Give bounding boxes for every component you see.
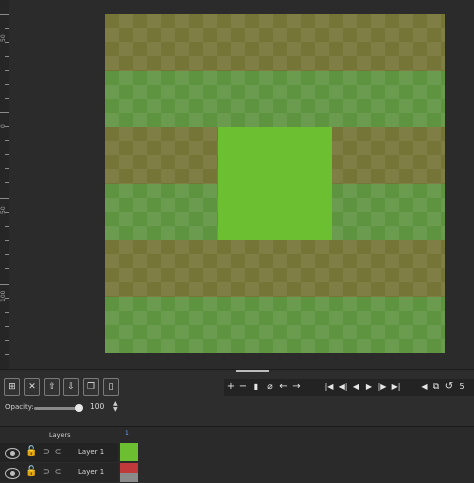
next-frame-button[interactable]: |▶: [376, 380, 388, 394]
move-frame-left-button[interactable]: ←: [278, 380, 289, 394]
ruler-tick: [0, 14, 9, 15]
lock-icon[interactable]: 🔓: [25, 466, 37, 477]
frame-clip-button[interactable]: ▮: [251, 380, 261, 394]
duplicate-icon: ❐: [86, 382, 96, 392]
opacity-spinner[interactable]: ▲ ▼: [113, 401, 118, 413]
prev-frame-button[interactable]: ◀|: [337, 380, 349, 394]
fps-value[interactable]: 5: [457, 380, 467, 394]
play-backward-button[interactable]: ◀: [351, 380, 361, 394]
repeat-button[interactable]: ↺: [444, 380, 454, 394]
onion-skin-button[interactable]: ⌀: [264, 380, 276, 394]
move-layer-up-button[interactable]: ⇧: [44, 378, 60, 396]
checker-band: [105, 296, 445, 353]
loop-mode-button[interactable]: ⧉: [431, 380, 441, 394]
ruler-tick: [0, 198, 9, 199]
ruler-tick: [0, 112, 9, 113]
remove-frame-button[interactable]: −: [238, 380, 248, 394]
opacity-slider[interactable]: [34, 407, 79, 410]
last-frame-button[interactable]: ▶|: [390, 380, 402, 394]
ruler-label: 0: [0, 124, 7, 128]
ruler-label: 50: [0, 206, 7, 214]
frame-cel[interactable]: [120, 463, 138, 473]
green-square-shape[interactable]: [218, 127, 332, 240]
ruler-label: 100: [0, 290, 7, 302]
duplicate-layer-button[interactable]: ❐: [83, 378, 99, 396]
canvas-area[interactable]: [9, 0, 474, 370]
ruler-tick: [0, 284, 9, 285]
add-layer-icon: ⊞: [8, 382, 16, 392]
layer-name[interactable]: Layer 1: [78, 448, 104, 456]
mobile-preview-button[interactable]: ▯: [103, 378, 119, 396]
layer-name[interactable]: Layer 1: [78, 468, 104, 476]
frame-cel[interactable]: [120, 443, 138, 461]
timeline-toolbar: ⊞ ✕ ⇧ ⇩ ❐ ▯ + − ▮ ⌀ ← → |◀ ◀| ◀ ▶ |▶ ▶| …: [0, 372, 474, 426]
drawing-canvas[interactable]: [105, 14, 445, 353]
add-frame-button[interactable]: +: [226, 380, 236, 394]
collapse-button[interactable]: ◀: [420, 380, 429, 394]
phone-icon: ▯: [108, 382, 114, 392]
first-frame-button[interactable]: |◀: [323, 380, 335, 394]
opacity-slider-handle[interactable]: [75, 404, 83, 412]
add-layer-button[interactable]: ⊞: [4, 378, 20, 396]
opacity-value-field[interactable]: 100: [90, 402, 104, 411]
ruler-label: 50: [0, 34, 7, 42]
checker-band: [105, 14, 445, 71]
move-down-icon: ⇩: [67, 382, 75, 392]
checker-band: [105, 240, 445, 297]
delete-layer-button[interactable]: ✕: [24, 378, 40, 396]
frame-cel-lower[interactable]: [120, 473, 138, 482]
eye-icon[interactable]: [5, 448, 20, 459]
frame-number[interactable]: 1: [125, 430, 129, 437]
move-layer-down-button[interactable]: ⇩: [63, 378, 79, 396]
play-forward-button[interactable]: ▶: [364, 380, 374, 394]
eye-icon[interactable]: [5, 468, 20, 479]
move-frame-right-button[interactable]: →: [291, 380, 302, 394]
layers-title: Layers: [49, 431, 71, 439]
lock-icon[interactable]: 🔓: [25, 446, 37, 457]
checker-band: [105, 70, 445, 127]
opacity-label: Opacity:: [5, 403, 34, 411]
layer-row[interactable]: 🔓 ⊃⊂ Layer 1: [0, 443, 474, 462]
layer-row[interactable]: 🔓 ⊃⊂ Layer 1: [0, 463, 474, 482]
delete-layer-icon: ✕: [28, 382, 36, 392]
link-icon[interactable]: ⊃⊂: [43, 467, 66, 476]
move-up-icon: ⇧: [48, 382, 56, 392]
link-icon[interactable]: ⊃⊂: [43, 447, 66, 456]
